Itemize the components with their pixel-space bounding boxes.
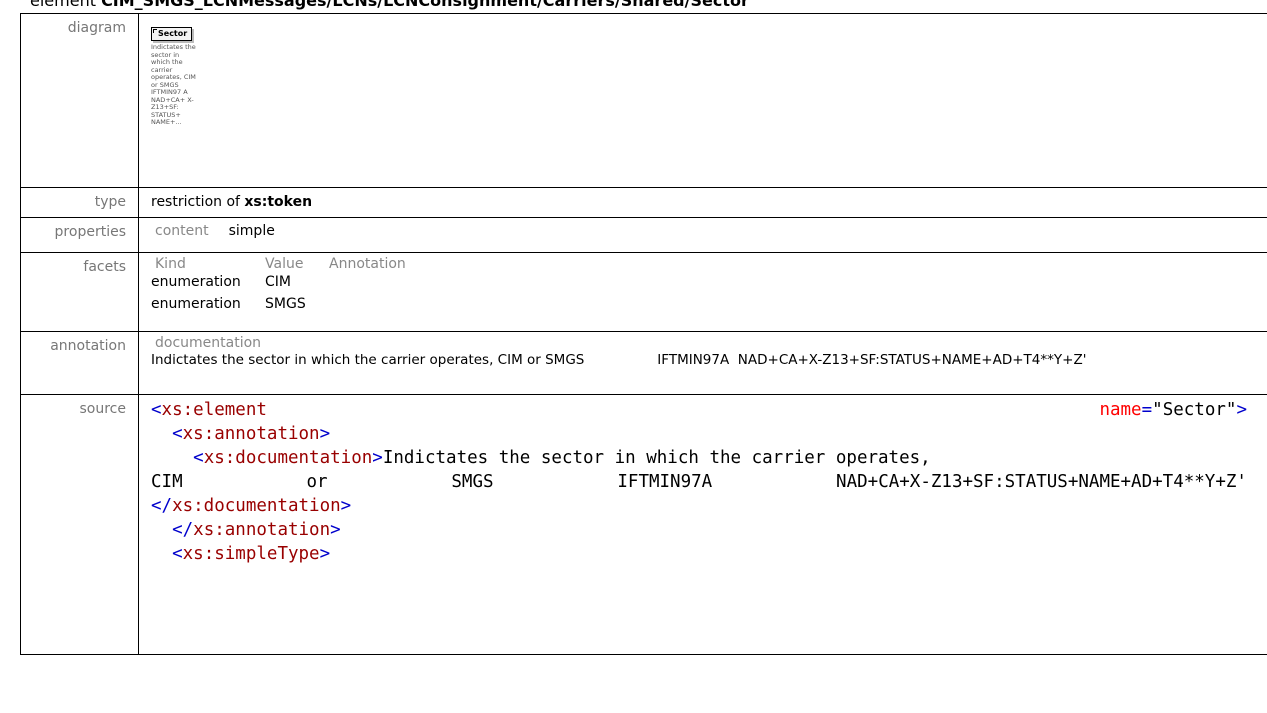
source-doc-continuation: CIM or SMGS IFTMIN97A NAD+CA+X-Z13+SF:STATUS… (151, 472, 1247, 492)
element-path: CIM_SMGS_LCNMessages/LCNs/LCNConsignment… (101, 0, 749, 10)
element-diagram: Sector Indictates the sector in which th… (151, 24, 211, 127)
element-heading: element CIM_SMGS_LCNMessages/LCNs/LCNCon… (30, 0, 749, 11)
source-tag-close: > (1236, 400, 1247, 420)
diagram-row: diagram Sector Indictates the sector in … (20, 13, 1267, 188)
table-row: enumeration CIM (151, 274, 406, 296)
properties-row: properties content simple (20, 217, 1267, 253)
diagram-element-box[interactable]: Sector (151, 27, 193, 41)
source-code: <xs:element name="Sector"> <xs:annotation… (151, 400, 1247, 564)
facet-kind: enumeration (151, 274, 241, 290)
heading-prefix: element (30, 0, 102, 10)
element-details-table: diagram Sector Indictates the sector in … (20, 13, 1267, 655)
facet-annotation (329, 296, 406, 318)
element-corner-icon (153, 29, 157, 33)
facet-value: SMGS (265, 296, 306, 312)
source-row: source <xs:element name="Sector"> <xs:ann… (20, 394, 1267, 655)
table-row: enumeration SMGS (151, 296, 406, 318)
facets-row: facets Kind Value Annotation enumeration… (20, 252, 1267, 332)
facets-label: facets (20, 252, 139, 332)
facets-table: Kind Value Annotation enumeration CIM en… (151, 256, 406, 318)
facet-header-value: Value (265, 256, 304, 272)
facet-kind: enumeration (151, 296, 241, 312)
annotation-label: annotation (20, 331, 139, 395)
source-element-tag: xs:element (161, 400, 267, 420)
facet-annotation (329, 274, 406, 296)
facets-header-row: Kind Value Annotation (151, 256, 406, 274)
annotation-row: annotation documentation Indictates the … (20, 331, 1267, 395)
facet-header-annotation: Annotation (329, 256, 406, 272)
diagram-documentation: Indictates the sector in which the carri… (151, 43, 196, 126)
documentation-label: documentation (155, 335, 262, 351)
type-row: type restriction of xs:token (20, 187, 1267, 218)
facet-header-kind: Kind (155, 256, 186, 272)
property-value: simple (228, 223, 275, 239)
properties-label: properties (20, 217, 139, 253)
documentation-text: Indictates the sector in which the carri… (151, 352, 1087, 368)
diagram-label: diagram (20, 13, 139, 188)
type-prefix: restriction of (151, 194, 245, 210)
property-key: content (155, 223, 209, 239)
facet-value: CIM (265, 274, 291, 290)
diagram-element-title: Sector (158, 29, 188, 38)
type-label: type (20, 187, 139, 218)
source-attr-name: name (1099, 400, 1142, 420)
type-link[interactable]: xs:token (244, 194, 312, 210)
source-label: source (20, 394, 139, 655)
source-doc-text: Indictates the sector in which the carri… (382, 448, 931, 468)
source-attr-value: "Sector" (1152, 400, 1237, 420)
schema-doc-page: element CIM_SMGS_LCNMessages/LCNs/LCNCon… (0, 0, 1267, 713)
